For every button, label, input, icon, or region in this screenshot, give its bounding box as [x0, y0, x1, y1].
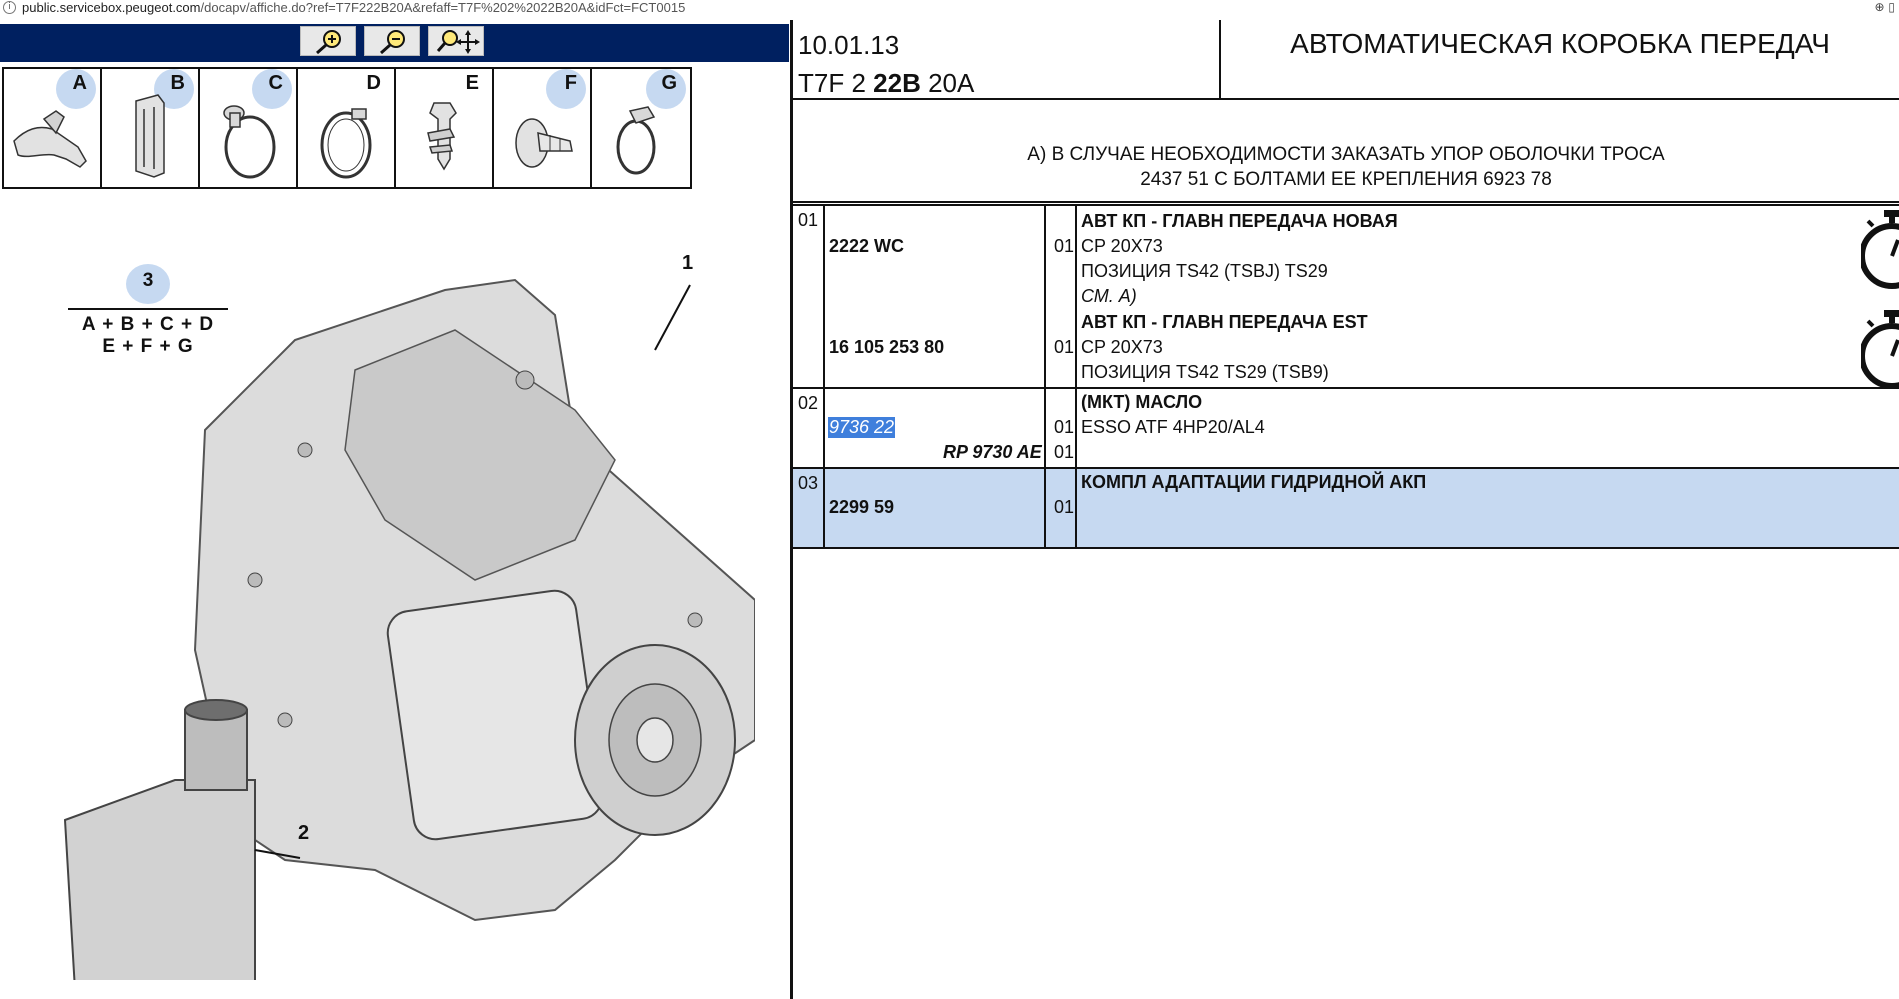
position-number: 03: [798, 473, 819, 493]
address-bar[interactable]: i public.servicebox.peugeot.com/docapv/a…: [0, 0, 1899, 18]
part-note: СМ. А): [1081, 286, 1137, 306]
stopwatch-icon: [1861, 310, 1899, 389]
zoom-in-icon: [316, 30, 341, 55]
part-quantity: 01: [1054, 337, 1075, 357]
hose-clip-icon: [616, 106, 656, 175]
diagram-pane: A B C D E F G 3 A + B + C + D E + F + G …: [0, 20, 790, 999]
part-detail: ESSO ATF 4HP20/AL4: [1081, 417, 1265, 437]
table-row[interactable]: 02 9736 22 RP 9730 AE 01 01 (МКТ) МАСЛО …: [793, 389, 1899, 469]
zoom-in-button[interactable]: [300, 26, 356, 56]
zoom-move-button[interactable]: [428, 26, 484, 56]
zoom-out-icon: [380, 30, 405, 55]
part-detail: ПОЗИЦИЯ TS42 (TSBJ) TS29: [1081, 261, 1328, 281]
clip-cell-b[interactable]: B: [102, 69, 200, 187]
parts-table: 01 2222 WC 01 АВТ КП - ГЛАВН ПЕРЕДАЧА НО…: [793, 204, 1899, 549]
part-quantity: 01: [1054, 442, 1075, 462]
order-note: А) В СЛУЧАЕ НЕОБХОДИМОСТИ ЗАКАЗАТЬ УПОР …: [793, 100, 1899, 203]
column-divider: [1044, 389, 1046, 467]
table-row[interactable]: 01 2222 WC 01 АВТ КП - ГЛАВН ПЕРЕДАЧА НО…: [793, 204, 1899, 389]
comb-clip-icon: [135, 94, 165, 178]
zoom-icon[interactable]: ⊕ ▯: [1875, 0, 1895, 14]
part-reference[interactable]: 2299 59: [829, 497, 894, 518]
position-number: 01: [798, 210, 819, 230]
url-text[interactable]: public.servicebox.peugeot.com/docapv/aff…: [22, 0, 685, 15]
site-info-icon[interactable]: i: [3, 1, 16, 14]
column-divider: [1075, 469, 1077, 547]
clip-cell-d[interactable]: D: [298, 69, 396, 187]
clip-cell-g[interactable]: G: [592, 69, 690, 187]
part-reference-alt[interactable]: RP 9730 AE: [943, 442, 1042, 463]
clip-cell-f[interactable]: F: [494, 69, 592, 187]
callout-1: 1: [682, 252, 694, 274]
bracket-clip-icon: [13, 110, 87, 168]
column-divider: [823, 469, 825, 547]
clip-legend: A B C D E F G: [2, 67, 692, 189]
code-suffix: 20A: [928, 68, 975, 98]
clip-cell-a[interactable]: A: [4, 69, 102, 187]
part-reference[interactable]: 2222 WC: [829, 236, 904, 257]
column-divider: [823, 206, 825, 387]
table-row[interactable]: 03 2299 59 01 КОМПЛ АДАПТАЦИИ ГИДРИДНОЙ …: [793, 469, 1899, 549]
part-detail: ПОЗИЦИЯ TS42 TS29 (TSB9): [1081, 362, 1329, 382]
code-prefix: T7F 2: [798, 68, 866, 98]
column-divider: [823, 389, 825, 467]
parts-pane: 10.01.13 T7F 2 22B 20A АВТОМАТИЧЕСКАЯ КО…: [793, 20, 1899, 999]
note-line-1: А) В СЛУЧАЕ НЕОБХОДИМОСТИ ЗАКАЗАТЬ УПОР …: [1027, 144, 1665, 165]
catalog-code: T7F 2 22B 20A: [798, 68, 974, 99]
code-bold: 22B: [873, 68, 921, 98]
callout-2: 2: [298, 822, 310, 844]
column-divider: [1075, 389, 1077, 467]
part-title: (МКТ) МАСЛО: [1081, 392, 1203, 412]
part-quantity: 01: [1054, 236, 1075, 256]
part-title: КОМПЛ АДАПТАЦИИ ГИДРИДНОЙ АКП: [1081, 472, 1427, 492]
zoom-toolbar: [0, 24, 789, 62]
push-rivet-icon: [515, 118, 573, 168]
catalog-date: 10.01.13: [798, 30, 900, 60]
zoom-out-button[interactable]: [364, 26, 420, 56]
push-clip-icon: [427, 102, 457, 171]
clip-cell-c[interactable]: C: [200, 69, 298, 187]
part-reference[interactable]: 16 105 253 80: [829, 337, 944, 358]
catalog-header: 10.01.13 T7F 2 22B 20A АВТОМАТИЧЕСКАЯ КО…: [793, 20, 1899, 100]
part-quantity: 01: [1054, 417, 1075, 437]
column-divider: [1044, 206, 1046, 387]
part-quantity: 01: [1054, 497, 1075, 517]
clip-cell-e[interactable]: E: [396, 69, 494, 187]
part-title: АВТ КП - ГЛАВН ПЕРЕДАЧА EST: [1081, 312, 1368, 332]
part-detail: CP 20X73: [1081, 236, 1163, 256]
part-title: АВТ КП - ГЛАВН ПЕРЕДАЧА НОВАЯ: [1081, 211, 1398, 231]
note-line-2: 2437 51 С БОЛТАМИ ЕЕ КРЕПЛЕНИЯ 6923 78: [1140, 169, 1552, 190]
column-divider: [1075, 206, 1077, 387]
cable-tie-icon: [320, 108, 372, 179]
gearbox-illustration: [63, 278, 755, 980]
part-detail: CP 20X73: [1081, 337, 1163, 357]
stopwatch-icon: [1861, 210, 1899, 289]
url-path: /docapv/affiche.do?ref=T7F222B20A&refaff…: [200, 0, 686, 15]
column-divider: [1044, 469, 1046, 547]
page-title: АВТОМАТИЧЕСКАЯ КОРОБКА ПЕРЕДАЧ: [1290, 28, 1830, 59]
zoom-pan-icon: [436, 30, 480, 54]
part-reference-selected[interactable]: 9736 22: [828, 417, 896, 438]
url-host: public.servicebox.peugeot.com: [22, 0, 201, 15]
strap-clip-icon: [223, 105, 276, 179]
position-number: 02: [798, 393, 819, 413]
